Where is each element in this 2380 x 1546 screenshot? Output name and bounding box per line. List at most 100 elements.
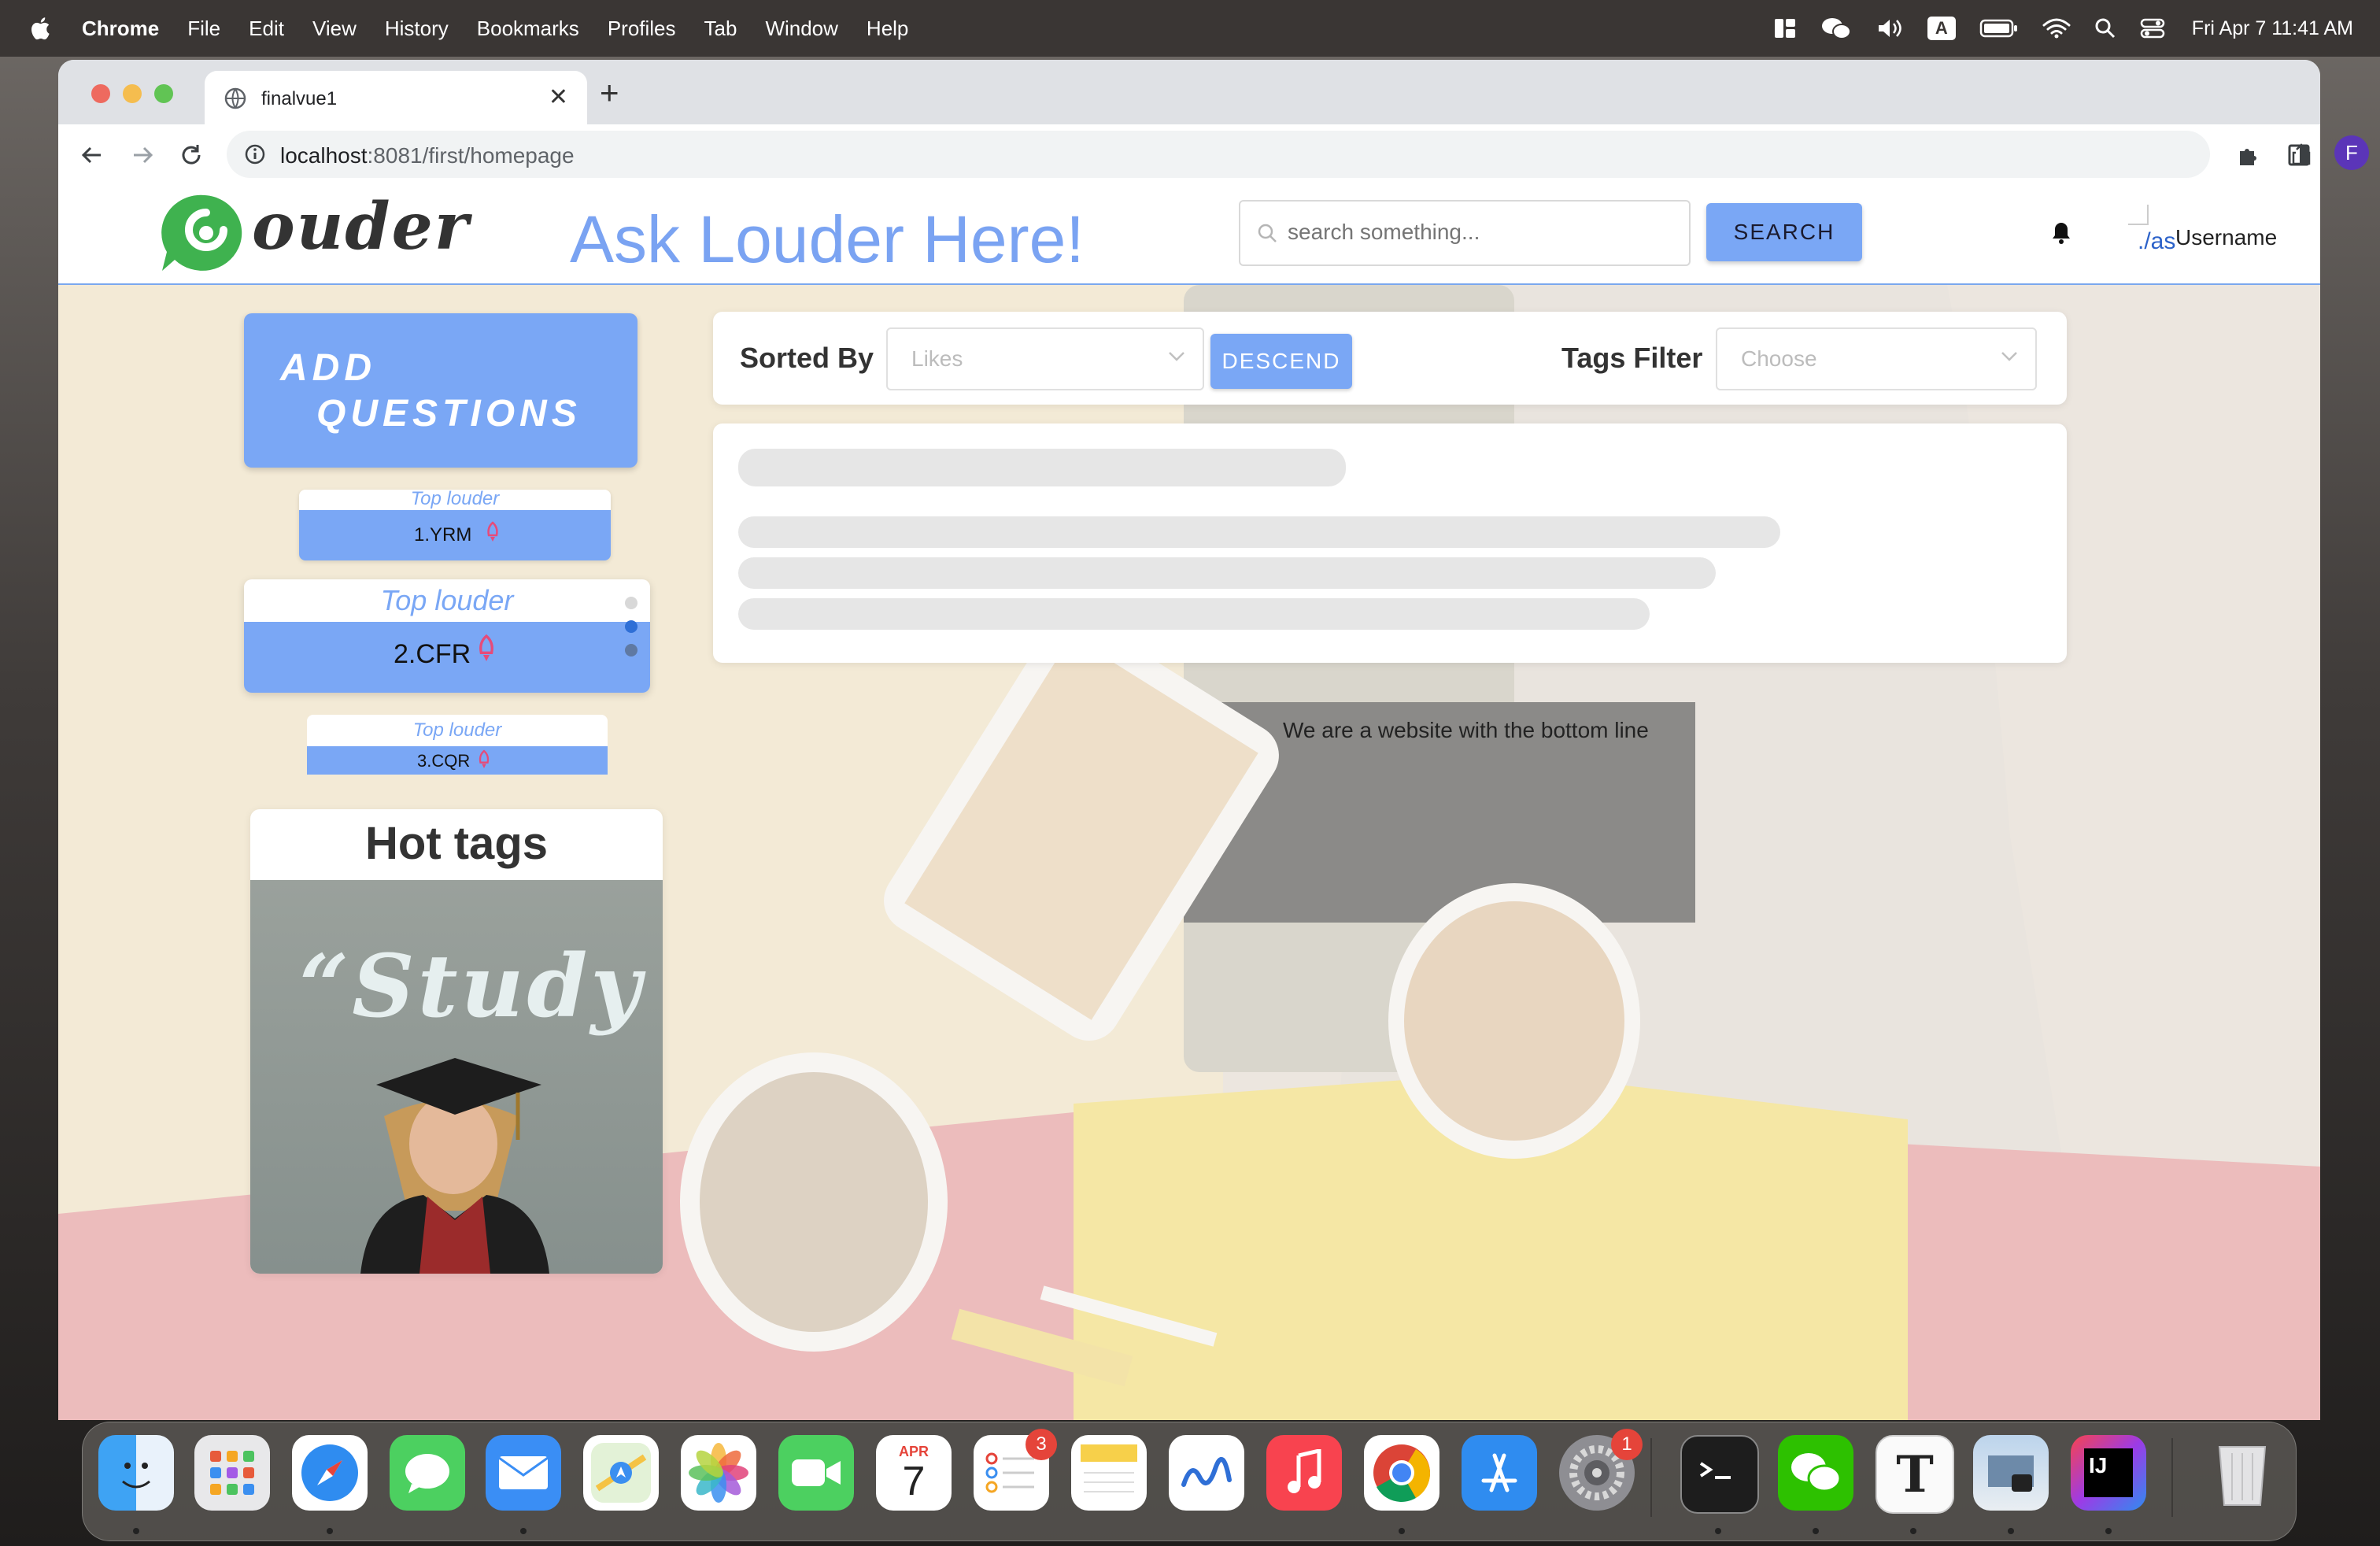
music-icon[interactable]: [1266, 1435, 1342, 1511]
back-arrow-icon[interactable]: [79, 142, 105, 168]
carousel-indicator[interactable]: [625, 644, 638, 656]
menu-edit[interactable]: Edit: [249, 17, 284, 41]
graduate-photo: [360, 1058, 549, 1274]
broken-image-icon: [2128, 205, 2149, 225]
hot-tags-card: Hot tags “Study: [250, 809, 663, 1274]
freeform-icon[interactable]: [1169, 1435, 1244, 1511]
logo-wordmark[interactable]: ouder: [252, 189, 470, 264]
facetime-icon[interactable]: [778, 1435, 854, 1511]
tags-select[interactable]: Choose: [1716, 327, 2037, 390]
carousel-indicator[interactable]: [625, 597, 638, 609]
rocket-icon: [479, 749, 490, 768]
search-field[interactable]: [1239, 200, 1691, 266]
logo-mark[interactable]: [157, 190, 252, 277]
app-store-icon[interactable]: [1462, 1435, 1537, 1511]
tags-filter-label: Tags Filter: [1561, 342, 1703, 374]
menu-file[interactable]: File: [187, 17, 220, 41]
avatar-alt-text: ./as: [2138, 228, 2176, 254]
carousel-name: 2.CFR: [394, 639, 471, 669]
reminders-icon[interactable]: 3: [974, 1429, 1057, 1511]
top-louder-carousel[interactable]: Top louder 1.YRM Top louder 2.CFR Top lo…: [244, 490, 685, 781]
tab-title: finalvue1: [261, 88, 338, 109]
forward-arrow-icon[interactable]: [129, 142, 156, 168]
notes-icon[interactable]: [1071, 1435, 1147, 1511]
sorted-by-label: Sorted By: [740, 342, 874, 374]
carousel-name: 3.CQR: [417, 751, 471, 771]
carousel-indicator-active[interactable]: [625, 620, 638, 633]
trash-icon[interactable]: [2204, 1435, 2280, 1511]
reload-icon[interactable]: [178, 142, 205, 168]
search-input[interactable]: [1286, 214, 1675, 250]
skeleton-line: [738, 598, 1650, 630]
globe-icon: [224, 87, 246, 109]
address-bar[interactable]: localhost:8081/first/homepage: [227, 131, 2311, 178]
control-center-icon[interactable]: [2140, 17, 2165, 39]
hot-tags-title: Hot tags: [365, 818, 548, 869]
menu-view[interactable]: View: [312, 17, 357, 41]
window-minimize-button[interactable]: [123, 84, 142, 103]
site-info-icon[interactable]: [244, 143, 266, 165]
bell-icon[interactable]: [2049, 220, 2073, 246]
menu-history[interactable]: History: [385, 17, 449, 41]
descend-button[interactable]: DESCEND: [1210, 334, 1352, 389]
system-settings-icon[interactable]: 1: [1559, 1429, 1643, 1511]
menu-help[interactable]: Help: [867, 17, 908, 41]
web-page: ouder Ask Louder Here! SEARCH ./as Usern…: [58, 186, 2320, 1420]
footer-text: We are a website with the bottom line: [1283, 718, 1649, 742]
chrome-profile-avatar[interactable]: F: [2334, 135, 2369, 170]
extensions-icon[interactable]: [2235, 142, 2262, 168]
menubar-clock[interactable]: Fri Apr 7 11:41 AM: [2192, 17, 2353, 40]
input-source-icon[interactable]: A: [1927, 17, 1956, 40]
window-zoom-button[interactable]: [154, 84, 173, 103]
maps-icon[interactable]: [583, 1435, 659, 1511]
wechat-status-icon[interactable]: [1820, 16, 1852, 41]
carousel-card[interactable]: Top louder 3.CQR: [307, 715, 608, 775]
tab-close-icon[interactable]: ✕: [549, 83, 568, 111]
menu-app-name[interactable]: Chrome: [82, 17, 159, 41]
background-photo: ADD QUESTIONS Top louder 1.YRM Top loude…: [58, 285, 2320, 1420]
wifi-icon[interactable]: [2042, 17, 2071, 39]
mail-icon[interactable]: [486, 1435, 561, 1511]
carousel-card[interactable]: Top louder 1.YRM: [299, 490, 611, 560]
carousel-card[interactable]: Top louder 2.CFR: [244, 579, 650, 693]
window-close-button[interactable]: [91, 84, 110, 103]
hot-tags-image-text: “Study: [299, 935, 645, 1037]
wechat-icon[interactable]: [1778, 1435, 1853, 1511]
intellij-icon[interactable]: IJ: [2071, 1435, 2146, 1511]
mac-dock: APR 7 3 1 T IJ: [82, 1422, 2297, 1541]
chrome-icon[interactable]: [1364, 1435, 1439, 1511]
preview-icon[interactable]: [1973, 1435, 2049, 1511]
rocket-icon: [479, 634, 493, 661]
launchpad-icon[interactable]: [194, 1435, 270, 1511]
menu-profiles[interactable]: Profiles: [608, 17, 676, 41]
messages-icon[interactable]: [390, 1435, 465, 1511]
search-button[interactable]: SEARCH: [1706, 203, 1862, 261]
photos-icon[interactable]: [681, 1435, 756, 1511]
username-label[interactable]: Username: [2175, 225, 2277, 250]
sort-select[interactable]: Likes: [886, 327, 1204, 390]
typora-icon[interactable]: T: [1876, 1435, 1954, 1514]
calendar-icon[interactable]: APR 7: [876, 1435, 952, 1511]
apple-icon[interactable]: [28, 15, 55, 42]
user-avatar[interactable]: ./as: [2120, 202, 2179, 260]
battery-icon[interactable]: [1979, 18, 2019, 39]
question-list-skeleton: [713, 423, 2067, 663]
menu-tab[interactable]: Tab: [704, 17, 737, 41]
finder-icon[interactable]: [98, 1435, 174, 1511]
filter-bar: Sorted By Likes DESCEND Tags Filter Choo…: [713, 312, 2067, 405]
skeleton-line: [738, 516, 1780, 548]
terminal-icon[interactable]: [1680, 1435, 1759, 1514]
chevron-down-icon: [1169, 352, 1184, 361]
menu-window[interactable]: Window: [765, 17, 837, 41]
menu-bookmarks[interactable]: Bookmarks: [477, 17, 579, 41]
hot-tags-image[interactable]: “Study: [250, 880, 663, 1274]
browser-tab[interactable]: finalvue1 ✕: [205, 71, 587, 124]
add-questions-button[interactable]: ADD QUESTIONS: [244, 313, 638, 468]
tags-select-placeholder: Choose: [1741, 346, 1817, 371]
safari-icon[interactable]: [292, 1435, 368, 1511]
spotlight-search-icon[interactable]: [2094, 17, 2116, 39]
new-tab-button[interactable]: +: [600, 74, 619, 112]
volume-icon[interactable]: [1876, 17, 1904, 40]
side-panel-icon[interactable]: [2286, 142, 2312, 168]
window-layout-icon[interactable]: [1773, 17, 1797, 40]
